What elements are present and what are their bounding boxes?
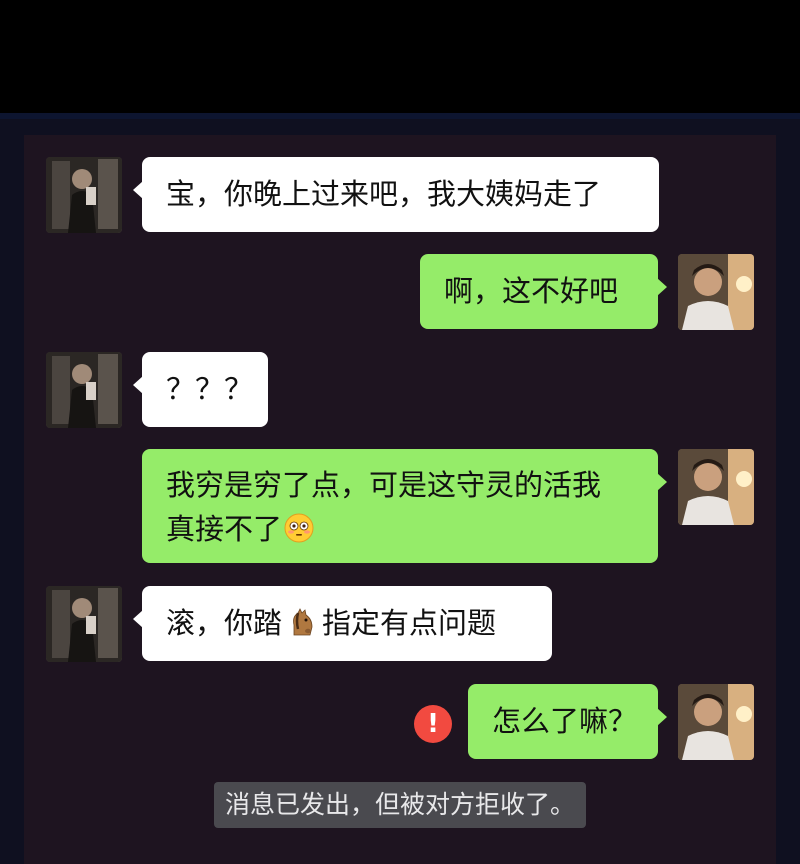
my-avatar-image bbox=[678, 449, 754, 525]
incoming-message-bubble[interactable]: 宝，你晚上过来吧，我大姨妈走了 bbox=[133, 157, 659, 232]
message-text-line-1: 我穷是穷了点，可是这守灵的活我 bbox=[166, 468, 602, 502]
horse-face-emoji-icon bbox=[293, 608, 313, 636]
error-exclamation: ! bbox=[427, 709, 439, 739]
message-text: 宝，你晚上过来吧，我大姨妈走了 bbox=[166, 177, 602, 211]
contact-avatar-image bbox=[46, 352, 122, 428]
top-black-bar bbox=[0, 0, 800, 113]
my-avatar[interactable] bbox=[678, 449, 754, 525]
outgoing-message-bubble[interactable]: 怎么了嘛？ bbox=[468, 684, 667, 759]
message-text-after-emoji: 指定有点问题 bbox=[322, 606, 497, 640]
contact-avatar[interactable] bbox=[46, 157, 122, 233]
message-text-line-2-wrap: 真接不了 bbox=[166, 507, 634, 551]
message-text-before-emoji: 滚，你踏 bbox=[166, 606, 283, 640]
my-avatar[interactable] bbox=[678, 684, 754, 760]
my-avatar-image bbox=[678, 254, 754, 330]
contact-avatar-image bbox=[46, 586, 122, 662]
screenshot-page: 宝，你晚上过来吧，我大姨妈走了 啊，这不好吧 ？？？ 我穷是穷了点，可是这守灵的… bbox=[0, 0, 800, 864]
message-text: ？？？ bbox=[166, 372, 254, 406]
resend-error-icon[interactable]: ! bbox=[414, 705, 452, 743]
chat-frame-edge bbox=[0, 113, 800, 119]
my-avatar[interactable] bbox=[678, 254, 754, 330]
contact-avatar[interactable] bbox=[46, 586, 122, 662]
message-text-line-2: 真接不了 bbox=[166, 512, 283, 546]
outgoing-message-bubble[interactable]: 我穷是穷了点，可是这守灵的活我 真接不了 bbox=[142, 449, 667, 563]
message-text: 怎么了嘛？ bbox=[492, 704, 638, 738]
incoming-message-bubble[interactable]: 滚，你踏 指定有点问题 bbox=[133, 586, 552, 661]
my-avatar-image bbox=[678, 684, 754, 760]
contact-avatar-image bbox=[46, 157, 122, 233]
flushed-face-emoji-icon bbox=[284, 513, 314, 543]
system-notice: 消息已发出，但被对方拒收了。 bbox=[214, 782, 587, 828]
incoming-message-bubble[interactable]: ？？？ bbox=[133, 352, 268, 427]
contact-avatar[interactable] bbox=[46, 352, 122, 428]
message-text: 啊，这不好吧 bbox=[444, 274, 619, 308]
outgoing-message-bubble[interactable]: 啊，这不好吧 bbox=[420, 254, 667, 329]
